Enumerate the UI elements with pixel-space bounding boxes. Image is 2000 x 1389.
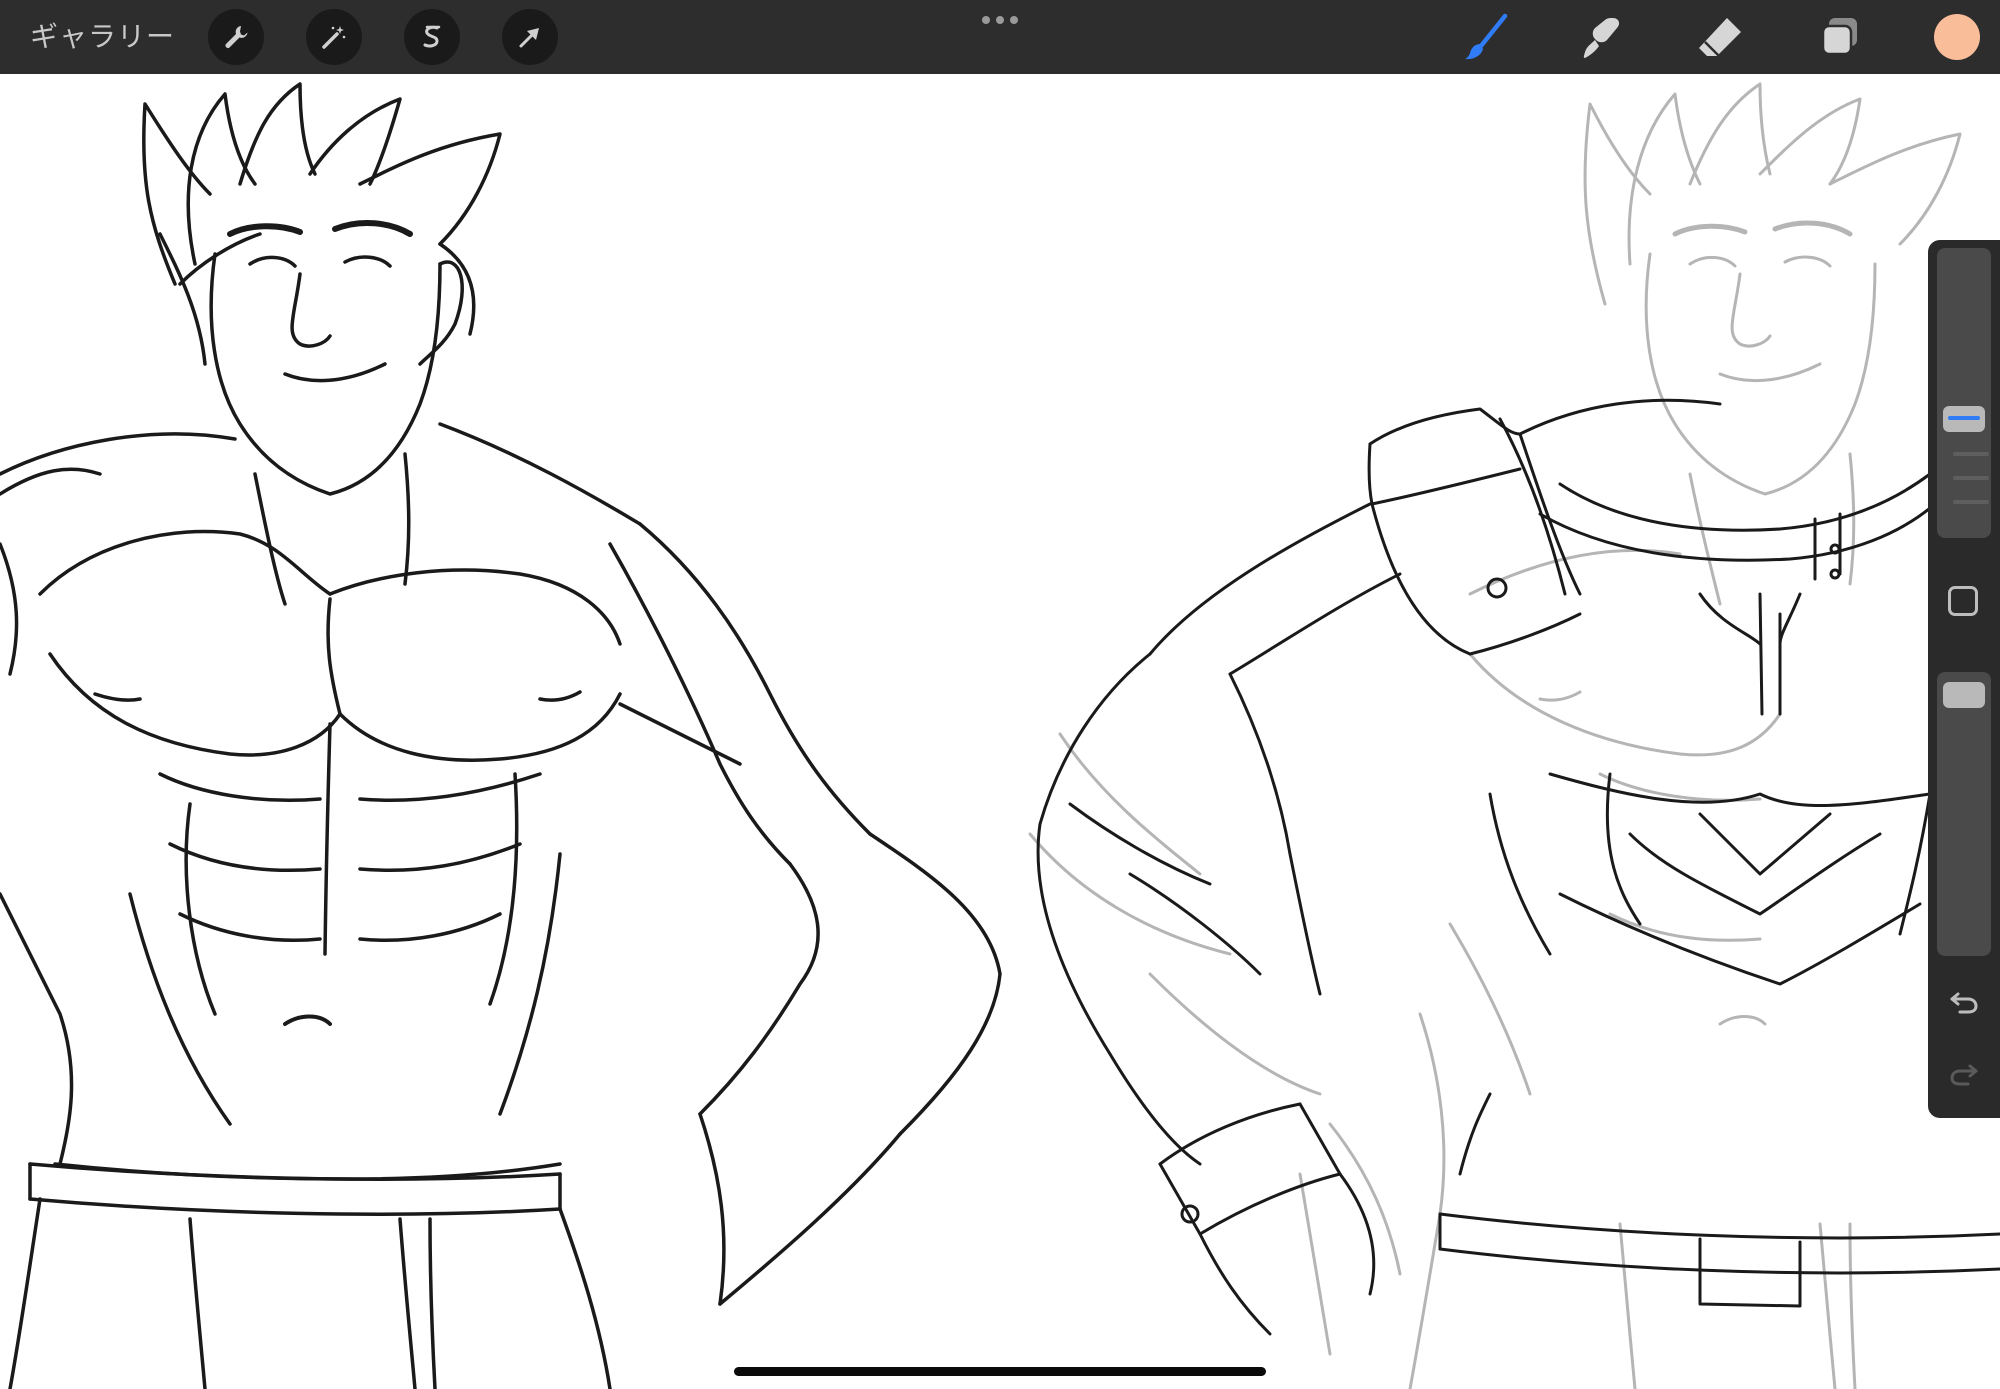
more-dots-icon[interactable] [980, 12, 1020, 28]
undo-icon[interactable] [1946, 984, 1982, 1020]
selection-button[interactable] [404, 9, 460, 65]
size-indicator [1948, 416, 1980, 420]
opacity-slider[interactable] [1937, 672, 1991, 956]
selection-icon [423, 25, 441, 48]
eraser-tool-button[interactable] [1694, 11, 1746, 63]
adjustments-button[interactable] [306, 9, 362, 65]
home-indicator[interactable] [734, 1367, 1266, 1376]
gallery-button[interactable]: ギャラリー [30, 16, 175, 58]
wrench-icon [225, 26, 248, 48]
smudge-icon [1583, 18, 1620, 58]
left-figure [0, 82, 1002, 1389]
size-tick [1953, 500, 1989, 504]
modify-button[interactable] [1948, 586, 1978, 616]
eraser-icon [1699, 18, 1741, 57]
right-figure-underlay [1028, 82, 1962, 1389]
color-picker-button[interactable] [1934, 14, 1980, 60]
size-tick [1953, 452, 1989, 456]
sketch-artwork [0, 82, 2000, 1389]
size-tick [1953, 476, 1989, 480]
smudge-tool-button[interactable] [1576, 11, 1628, 63]
brush-icon [1465, 13, 1508, 60]
redo-icon[interactable] [1946, 1056, 1982, 1092]
arrow-cursor-icon [519, 28, 539, 48]
brush-size-slider[interactable] [1937, 248, 1991, 538]
actions-button[interactable] [208, 9, 264, 65]
brush-tool-button[interactable] [1460, 11, 1512, 63]
opacity-handle[interactable] [1943, 682, 1985, 708]
layers-button[interactable] [1814, 11, 1866, 63]
transform-button[interactable] [502, 9, 558, 65]
procreate-app: ギャラリー [0, 0, 2000, 1389]
side-toolbar [1928, 240, 2000, 1118]
top-toolbar: ギャラリー [0, 0, 2000, 74]
layers-icon [1821, 18, 1857, 56]
magic-wand-icon [322, 26, 346, 49]
right-figure-costume [1036, 398, 2000, 1336]
drawing-canvas[interactable] [0, 74, 2000, 1389]
